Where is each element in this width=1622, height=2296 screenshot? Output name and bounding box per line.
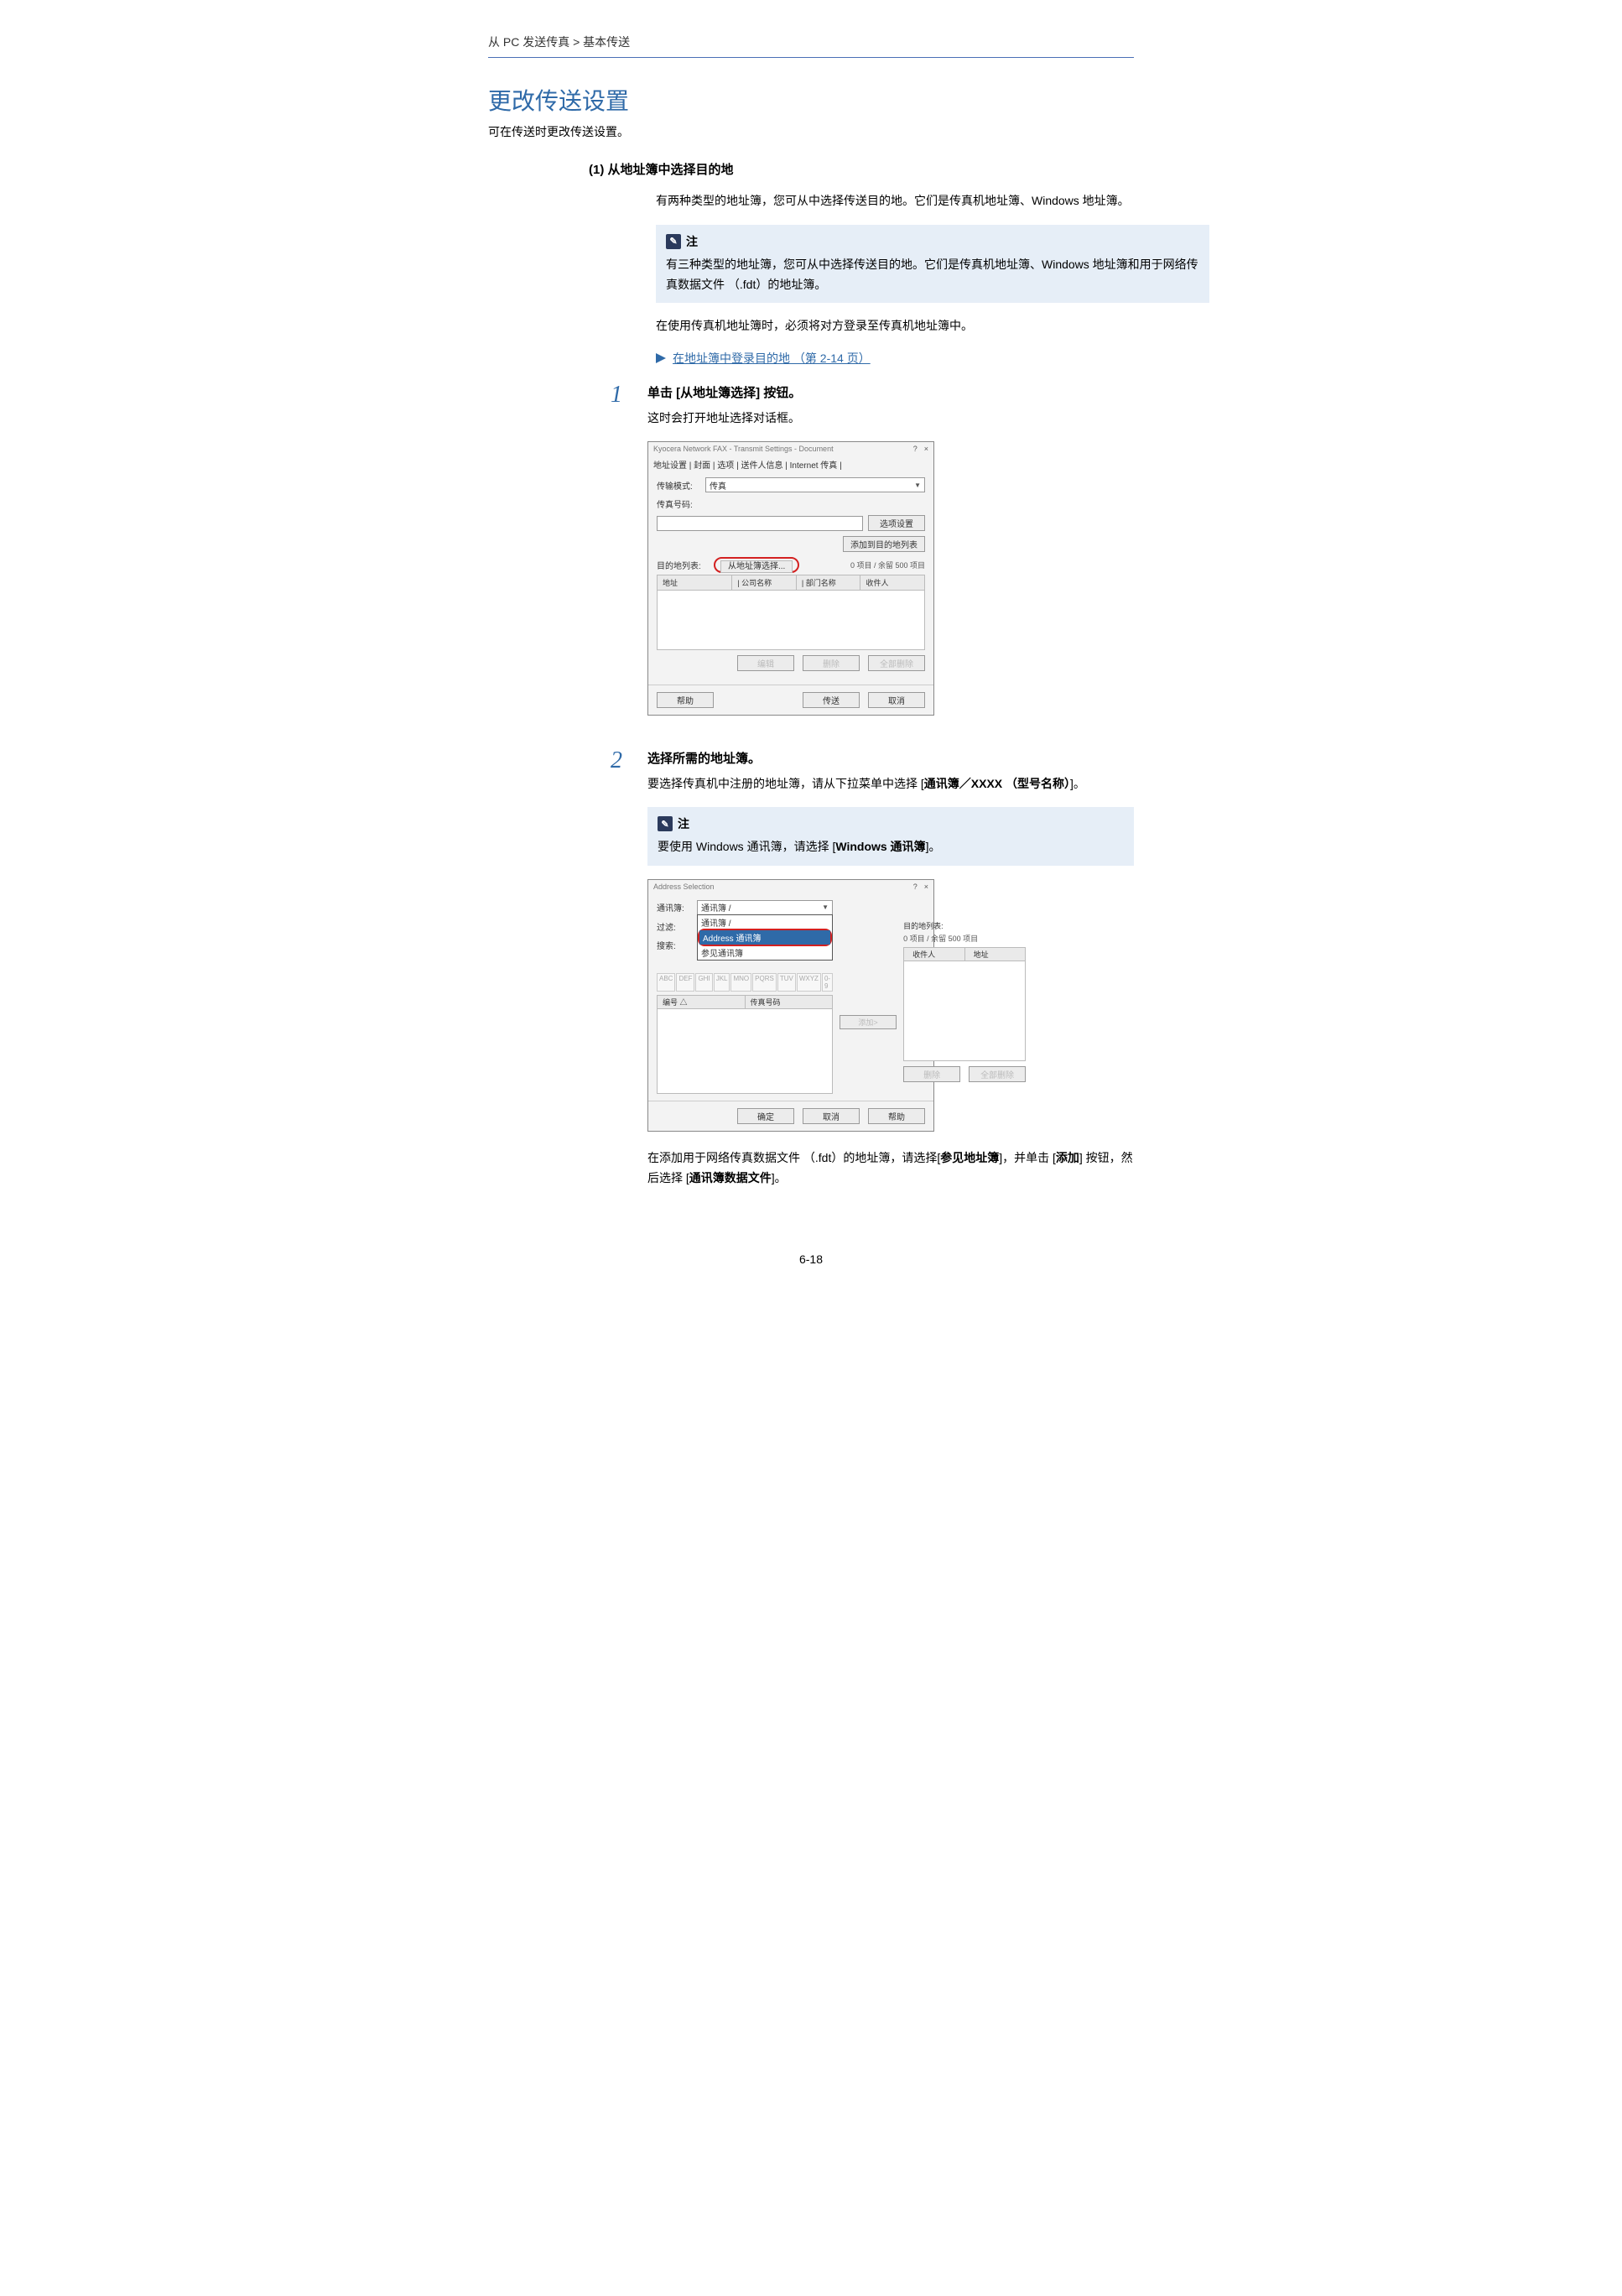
left-list-header: 编号 △ 传真号码 [657,995,833,1009]
help-button[interactable]: 帮助 [868,1108,925,1124]
addressbook-label: 通讯簿: [657,901,692,914]
add-to-dest-button[interactable]: 添加到目的地列表 [843,536,925,552]
option-settings-button[interactable]: 选项设置 [868,515,925,531]
note-2-label: 注 [678,815,689,832]
help-button[interactable]: 帮助 [657,692,714,708]
fax-number-label: 传真号码: [657,497,700,510]
address-selection-dialog: Address Selection ? × 通讯簿: 通讯簿 / ▼ [647,879,934,1132]
addressbook-dropdown[interactable]: 通讯簿 / ▼ 通讯簿 / Address 通讯簿 参见通讯簿 [697,900,833,915]
col-number[interactable]: 编号 △ [658,996,746,1008]
search-label: 搜索: [657,939,692,951]
right-delete-button[interactable]: 删除 [903,1066,960,1082]
transmit-mode-label: 传输模式: [657,479,700,492]
col-recipient[interactable]: 收件人 [860,575,924,590]
step-1-title: 单击 [从地址簿选择] 按钮。 [647,383,1134,401]
alpha-tab[interactable]: PQRS [752,973,777,992]
alpha-tab[interactable]: WXYZ [797,973,821,992]
right-list-count: 0 项目 / 余留 500 项目 [903,933,1026,944]
step-2-title: 选择所需的地址簿。 [647,749,1134,767]
transmit-settings-dialog: Kyocera Network FAX - Transmit Settings … [647,441,934,716]
send-button[interactable]: 传送 [803,692,860,708]
section-1-heading: (1) 从地址簿中选择目的地 [488,160,1134,178]
col-fax-number[interactable]: 传真号码 [746,996,833,1008]
dest-list-label: 目的地列表: [657,559,707,571]
close-icon[interactable]: × [924,882,928,891]
col-recipient[interactable]: 收件人 [904,948,965,961]
dest-list-body[interactable] [657,591,925,650]
arrow-right-icon [656,353,666,363]
right-list-header: 收件人 地址 [903,947,1026,961]
dd-item-reference-book[interactable]: 参见通讯簿 [698,945,832,960]
note-1-body: 有三种类型的地址簿，您可从中选择传送目的地。它们是传真机地址簿、Windows … [666,255,1199,295]
alpha-tab[interactable]: TUV [777,973,796,992]
cancel-button[interactable]: 取消 [803,1108,860,1124]
select-from-addressbook-button[interactable]: 从地址簿选择... [720,560,793,573]
note-icon: ✎ [666,234,681,249]
col-company[interactable]: | 公司名称 [732,575,797,590]
step-2-desc: 要选择传真机中注册的地址簿，请从下拉菜单中选择 [通讯簿／XXXX （型号名称）… [647,775,1134,792]
filter-label: 过滤: [657,920,692,933]
col-address[interactable]: 地址 [658,575,732,590]
note-box-1: ✎ 注 有三种类型的地址簿，您可从中选择传送目的地。它们是传真机地址簿、Wind… [656,225,1209,304]
internal-link[interactable]: 在地址簿中登录目的地 （第 2-14 页） [673,350,871,367]
delete-all-button[interactable]: 全部删除 [868,655,925,671]
step-1-desc: 这时会打开地址选择对话框。 [647,409,1134,426]
alpha-tab[interactable]: 0-9 [822,973,833,992]
dest-count: 0 项目 / 余留 500 项目 [850,560,925,570]
chevron-down-icon: ▼ [914,482,921,489]
step-number-1: 1 [597,383,622,407]
alpha-tab[interactable]: MNO [730,973,751,992]
col-address[interactable]: 地址 [965,948,1026,961]
transmit-mode-combo[interactable]: 传真 ▼ [705,477,925,492]
col-department[interactable]: | 部门名称 [797,575,861,590]
addressbook-selected: 通讯簿 / [701,901,731,914]
para-requirement: 在使用传真机地址簿时，必须将对方登录至传真机地址簿中。 [656,316,1209,336]
dd-item-book[interactable]: 通讯簿 / [698,915,832,929]
note-box-2: ✎ 注 要使用 Windows 通讯簿，请选择 [Windows 通讯簿]。 [647,807,1134,866]
breadcrumb: 从 PC 发送传真 > 基本传送 [488,34,1134,58]
edit-button[interactable]: 编辑 [737,655,794,671]
right-delete-all-button[interactable]: 全部删除 [969,1066,1026,1082]
help-icon[interactable]: ? [913,445,918,453]
right-list-body[interactable] [903,961,1026,1061]
alpha-tab[interactable]: DEF [676,973,694,992]
chevron-down-icon: ▼ [822,903,829,911]
dialog-1-tabs[interactable]: 地址设置 | 封面 | 选项 | 送件人信息 | Internet 传真 | [648,456,933,471]
addressbook-dropdown-list: 通讯簿 / Address 通讯簿 参见通讯簿 [697,914,833,961]
delete-button[interactable]: 删除 [803,655,860,671]
final-para: 在添加用于网络传真数据文件 （.fdt）的地址簿，请选择[参见地址簿]，并单击 … [647,1148,1134,1189]
alpha-filter-row: ABC DEF GHI JKL MNO PQRS TUV WXYZ 0-9 [657,973,833,992]
dialog-2-title: Address Selection [653,882,715,891]
alpha-tab[interactable]: GHI [695,973,712,992]
alpha-tab[interactable]: ABC [657,973,675,992]
step-number-2: 2 [597,749,622,773]
add-to-right-button[interactable]: 添加> [840,1015,897,1029]
dialog-1-title: Kyocera Network FAX - Transmit Settings … [653,445,834,453]
note-2-body: 要使用 Windows 通讯簿，请选择 [Windows 通讯簿]。 [658,837,1124,857]
section-1-para: 有两种类型的地址簿，您可从中选择传送目的地。它们是传真机地址簿、Windows … [656,191,1209,211]
note-1-label: 注 [686,233,698,250]
page-subtitle: 可在传送时更改传送设置。 [488,123,1134,140]
highlight-oval: 从地址簿选择... [714,557,799,573]
help-icon[interactable]: ? [913,882,918,891]
page-number: 6-18 [488,1252,1134,1266]
dd-item-address-book[interactable]: Address 通讯簿 [699,930,830,945]
page-title: 更改传送设置 [488,83,1134,117]
ok-button[interactable]: 确定 [737,1108,794,1124]
transmit-mode-value: 传真 [710,479,726,492]
close-icon[interactable]: × [924,445,928,453]
right-list-label: 目的地列表: [903,920,1026,931]
left-list-body[interactable] [657,1009,833,1094]
note-icon: ✎ [658,816,673,831]
cancel-button[interactable]: 取消 [868,692,925,708]
fax-number-input[interactable] [657,516,863,531]
dest-list-header: 地址 | 公司名称 | 部门名称 收件人 [657,575,925,591]
alpha-tab[interactable]: JKL [714,973,730,992]
